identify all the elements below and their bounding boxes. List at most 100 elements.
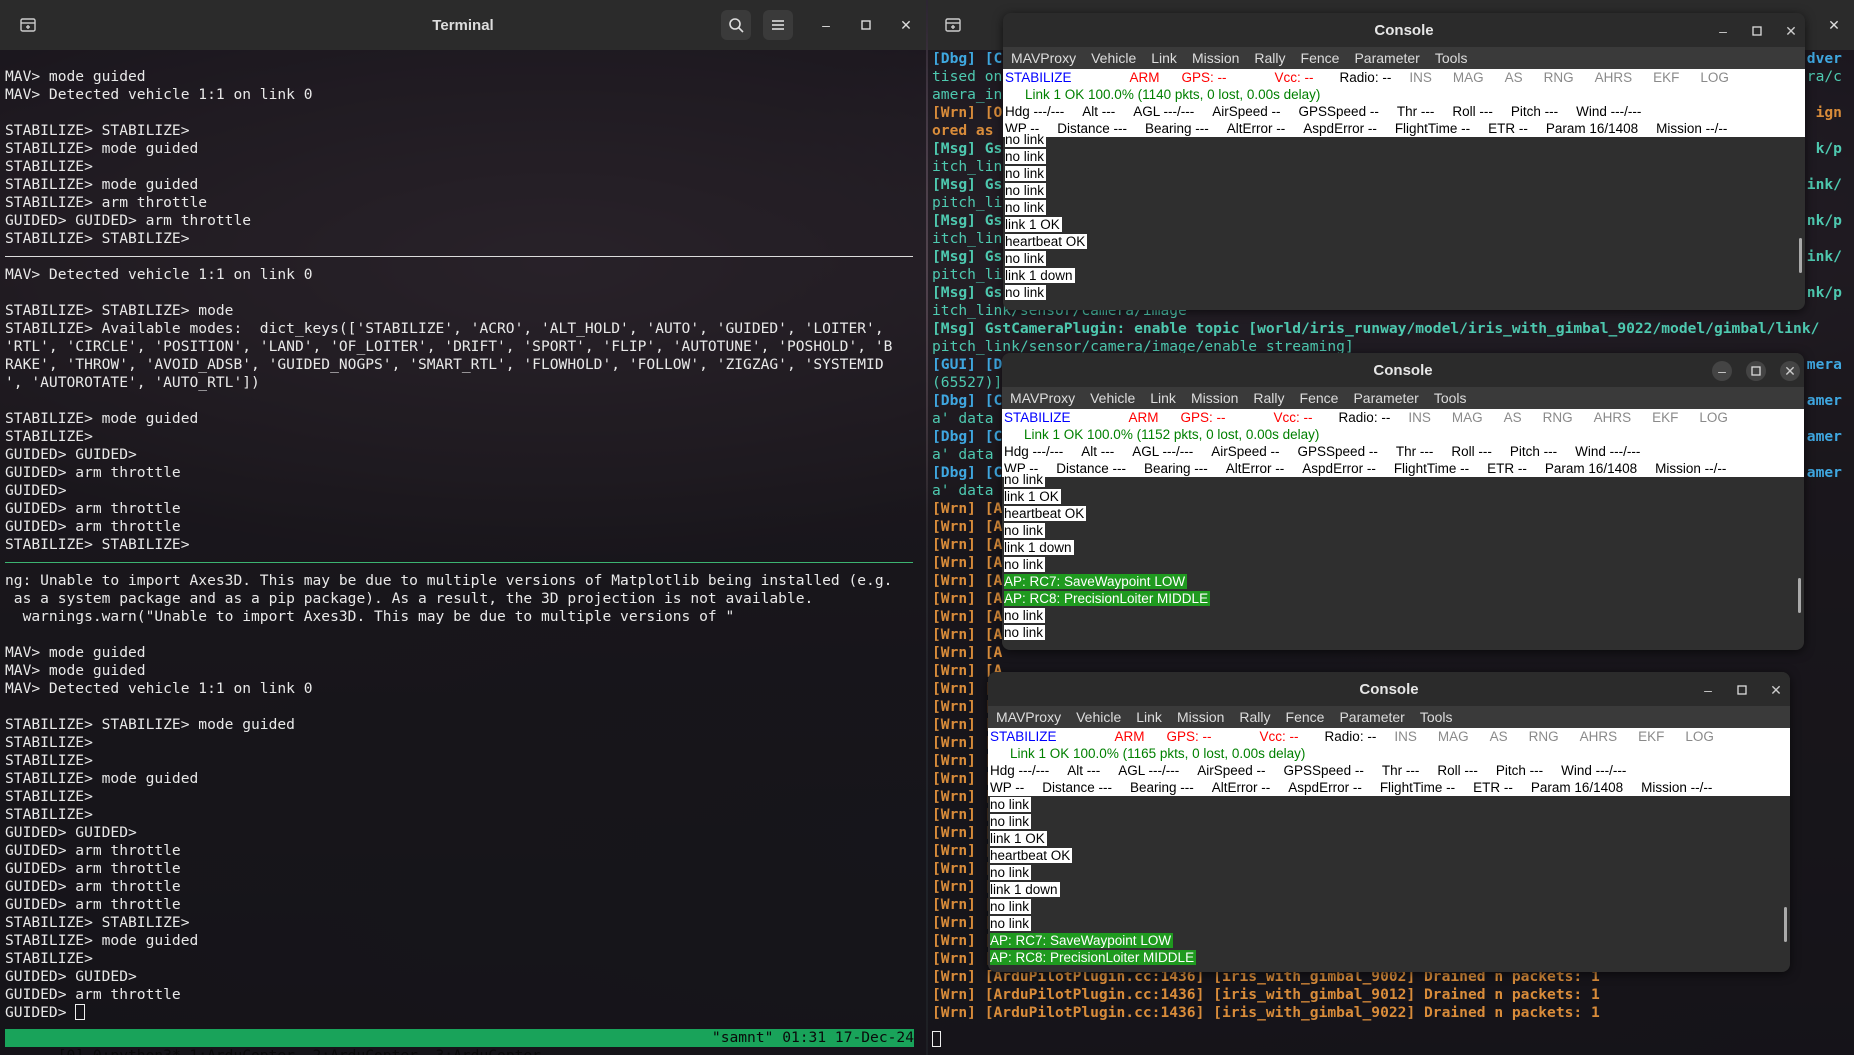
telemetry-field: Alt --- <box>1067 763 1101 778</box>
sensor-rng: RNG <box>1528 729 1559 744</box>
close-icon[interactable]: ✕ <box>893 12 919 38</box>
console-message: no link <box>1004 522 1210 539</box>
log-line-text: [Wrn] [ <box>932 914 994 931</box>
console-message: no link <box>1005 131 1087 148</box>
log-line: [Wrn] [ArduPilotPlugin.cc:1436] [iris_wi… <box>932 986 1819 1004</box>
telemetry-field: AGL ---/--- <box>1118 763 1180 778</box>
menu-item-tools[interactable]: Tools <box>1435 50 1468 66</box>
terminal-line: GUIDED> GUIDED> <box>5 968 137 985</box>
menu-item-link[interactable]: Link <box>1136 709 1162 725</box>
console-message-text: no link <box>1005 251 1047 266</box>
menu-item-parameter[interactable]: Parameter <box>1353 390 1418 406</box>
menu-item-vehicle[interactable]: Vehicle <box>1076 709 1121 725</box>
menu-item-link[interactable]: Link <box>1150 390 1176 406</box>
log-line-text: [Wrn] [A <box>932 590 1003 607</box>
log-line-text: a' data <box>932 410 994 427</box>
console-message-text: no link <box>1004 608 1046 623</box>
menu-item-link[interactable]: Link <box>1151 50 1177 66</box>
log-line-text: [GUI] [D <box>932 356 1003 373</box>
menu-item-mavproxy[interactable]: MAVProxy <box>1010 390 1075 406</box>
menu-item-parameter[interactable]: Parameter <box>1354 50 1419 66</box>
close-icon[interactable]: ✕ <box>1821 12 1847 38</box>
sensor-mag: MAG <box>1437 729 1469 744</box>
console-message-text: link 1 down <box>1004 540 1074 555</box>
flight-mode: STABILIZE <box>1005 70 1072 85</box>
terminal-line: STABILIZE> <box>5 788 93 805</box>
menu-item-rally[interactable]: Rally <box>1253 390 1284 406</box>
mission-field: WP -- <box>990 780 1025 795</box>
menu-item-rally[interactable]: Rally <box>1254 50 1285 66</box>
terminal-line: STABILIZE> arm throttle <box>5 194 208 211</box>
sensor-ekf: EKF <box>1638 729 1665 744</box>
menu-item-mission[interactable]: Mission <box>1177 709 1224 725</box>
maximize-icon[interactable] <box>853 12 879 38</box>
telemetry-field: AirSpeed -- <box>1211 444 1280 459</box>
console-title: Console <box>1374 22 1434 39</box>
menu-item-mission[interactable]: Mission <box>1191 390 1238 406</box>
log-line-text: [Wrn] [ArduPilotPlugin.cc:1436] [iris_wi… <box>932 1004 1600 1021</box>
log-line: [Wrn] [ArduPilotPlugin.cc:1436] [iris_wi… <box>932 1004 1819 1022</box>
status-row-1: STABILIZE ARM GPS: -- Vcc: -- Radio: -- INS MA… <box>1004 410 1728 425</box>
mission-field: AltError -- <box>1211 780 1271 795</box>
minimize-icon[interactable]: – <box>813 12 839 38</box>
terminal-line: GUIDED> arm throttle <box>5 878 181 895</box>
console-scrollbar[interactable] <box>1798 578 1801 613</box>
search-icon[interactable] <box>721 10 751 40</box>
log-line-text: [Wrn] [A <box>932 518 1003 535</box>
gps-status: GPS: -- <box>1180 410 1226 425</box>
terminal-line: STABILIZE> STABILIZE> <box>5 536 190 553</box>
log-line-tail: ink/ <box>1806 176 1842 193</box>
status-row-3: Hdg ---/--- Alt --- AGL ---/--- AirSpeed --… <box>990 763 1626 778</box>
telemetry-field: Hdg ---/--- <box>990 763 1050 778</box>
console-message: heartbeat OK <box>1004 505 1210 522</box>
menu-item-rally[interactable]: Rally <box>1239 709 1270 725</box>
console-message-text: no link <box>990 814 1032 829</box>
minimize-icon[interactable]: – <box>1712 361 1732 381</box>
console-message-text: no link <box>1005 200 1047 215</box>
status-row-2: Link 1 OK 100.0% (1140 pkts, 0 lost, 0.0… <box>1005 87 1320 102</box>
log-line-text: [Wrn] [ <box>932 878 994 895</box>
terminal-right-cursor <box>932 1031 941 1047</box>
terminal-line: as a system package and as a pip package… <box>5 590 814 607</box>
console-message: no link <box>1005 250 1087 267</box>
menu-item-vehicle[interactable]: Vehicle <box>1090 390 1135 406</box>
maximize-icon[interactable] <box>1746 361 1766 381</box>
menu-item-mission[interactable]: Mission <box>1192 50 1239 66</box>
close-icon[interactable]: ✕ <box>1766 680 1786 700</box>
menu-item-tools[interactable]: Tools <box>1434 390 1467 406</box>
telemetry-field: AirSpeed -- <box>1212 104 1281 119</box>
menu-item-parameter[interactable]: Parameter <box>1339 709 1404 725</box>
close-icon[interactable]: ✕ <box>1781 21 1801 41</box>
terminal-line: MAV> mode guided <box>5 68 146 85</box>
console-scrollbar[interactable] <box>1799 238 1802 273</box>
console-message: no link <box>990 915 1196 932</box>
close-icon[interactable]: ✕ <box>1780 361 1800 381</box>
menu-item-fence[interactable]: Fence <box>1300 390 1339 406</box>
terminal-line: STABILIZE> STABILIZE> <box>5 122 190 139</box>
telemetry-field: GPSSpeed -- <box>1283 763 1364 778</box>
console-message-text: AP: RC7: SaveWaypoint LOW <box>990 933 1174 948</box>
terminal-line: MAV> Detected vehicle 1:1 on link 0 <box>5 266 313 283</box>
menu-item-tools[interactable]: Tools <box>1420 709 1453 725</box>
console-message: no link <box>1005 148 1087 165</box>
console-scrollbar[interactable] <box>1784 907 1787 942</box>
menu-item-fence[interactable]: Fence <box>1301 50 1340 66</box>
menu-item-fence[interactable]: Fence <box>1286 709 1325 725</box>
terminal-line: RAKE', 'THROW', 'AVOID_ADSB', 'GUIDED_NO… <box>5 356 884 373</box>
terminal-body[interactable]: MAV> mode guided MAV> Detected vehicle 1:… <box>0 50 926 1055</box>
menu-item-mavproxy[interactable]: MAVProxy <box>996 709 1061 725</box>
minimize-icon[interactable]: – <box>1698 680 1718 700</box>
menu-item-mavproxy[interactable]: MAVProxy <box>1011 50 1076 66</box>
console-message: link 1 down <box>1004 539 1210 556</box>
console-message-text: no link <box>990 916 1032 931</box>
console-message: AP: RC8: PrecisionLoiter MIDDLE <box>1004 590 1211 607</box>
maximize-icon[interactable] <box>1732 680 1752 700</box>
hamburger-menu-icon[interactable] <box>763 10 793 40</box>
log-line-text: pitch_li <box>932 194 1003 211</box>
new-tab-icon[interactable] <box>938 10 968 40</box>
maximize-icon[interactable] <box>1747 21 1767 41</box>
minimize-icon[interactable]: – <box>1713 21 1733 41</box>
menu-item-vehicle[interactable]: Vehicle <box>1091 50 1136 66</box>
new-tab-icon[interactable] <box>13 10 43 40</box>
terminal-line: STABILIZE> mode guided <box>5 932 199 949</box>
